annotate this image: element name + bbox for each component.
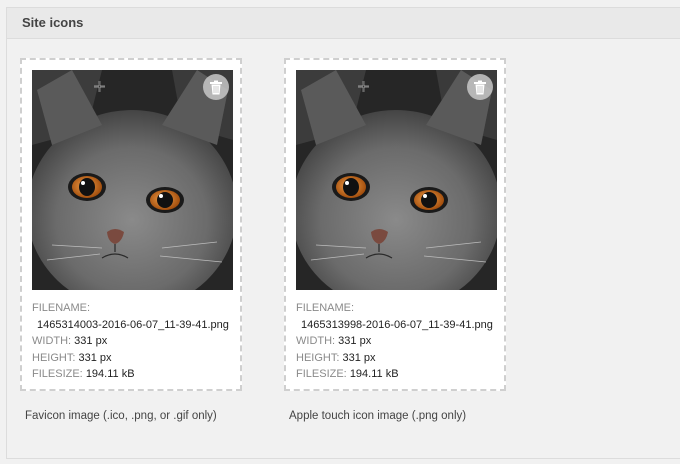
height-label: HEIGHT: <box>32 351 76 364</box>
filesize-label: FILESIZE: <box>32 368 83 380</box>
width-label: WIDTH: <box>296 335 336 347</box>
filename-value: 1465313998-2016-06-07_11-39-41.png <box>301 318 493 331</box>
trash-icon <box>474 80 486 94</box>
filename-label: FILENAME: <box>32 302 91 314</box>
panel-title: Site icons <box>7 8 680 39</box>
filesize-value: 194.11 kB <box>85 368 135 380</box>
apple-touch-icon-meta: FILENAME: 1465313998-2016-06-07_11-39-41… <box>296 300 501 383</box>
width-value: 331 px <box>74 335 108 347</box>
favicon-image[interactable] <box>32 70 233 290</box>
height-value: 331 px <box>342 351 376 364</box>
crosshair-cursor-icon <box>94 81 105 92</box>
width-label: WIDTH: <box>32 335 72 347</box>
filename-label: FILENAME: <box>296 302 355 314</box>
filesize-label: FILESIZE: <box>296 368 347 380</box>
apple-touch-icon-image[interactable] <box>296 70 497 290</box>
cat-photo-image <box>32 70 233 290</box>
trash-icon <box>210 80 222 94</box>
delete-apple-touch-icon-button[interactable] <box>467 74 493 100</box>
apple-touch-icon-caption: Apple touch icon image (.png only) <box>289 410 467 422</box>
width-value: 331 px <box>338 335 372 347</box>
apple-touch-icon-card: FILENAME: 1465313998-2016-06-07_11-39-41… <box>284 58 506 391</box>
favicon-meta: FILENAME: 1465314003-2016-06-07_11-39-41… <box>32 300 237 383</box>
delete-favicon-button[interactable] <box>203 74 229 100</box>
crosshair-cursor-icon <box>358 81 369 92</box>
cat-photo-image <box>296 70 497 290</box>
height-value: 331 px <box>78 351 112 364</box>
height-label: HEIGHT: <box>296 351 340 364</box>
favicon-card: FILENAME: 1465314003-2016-06-07_11-39-41… <box>20 58 242 391</box>
filesize-value: 194.11 kB <box>349 368 399 380</box>
filename-value: 1465314003-2016-06-07_11-39-41.png <box>37 318 229 331</box>
favicon-caption: Favicon image (.ico, .png, or .gif only) <box>25 410 217 422</box>
